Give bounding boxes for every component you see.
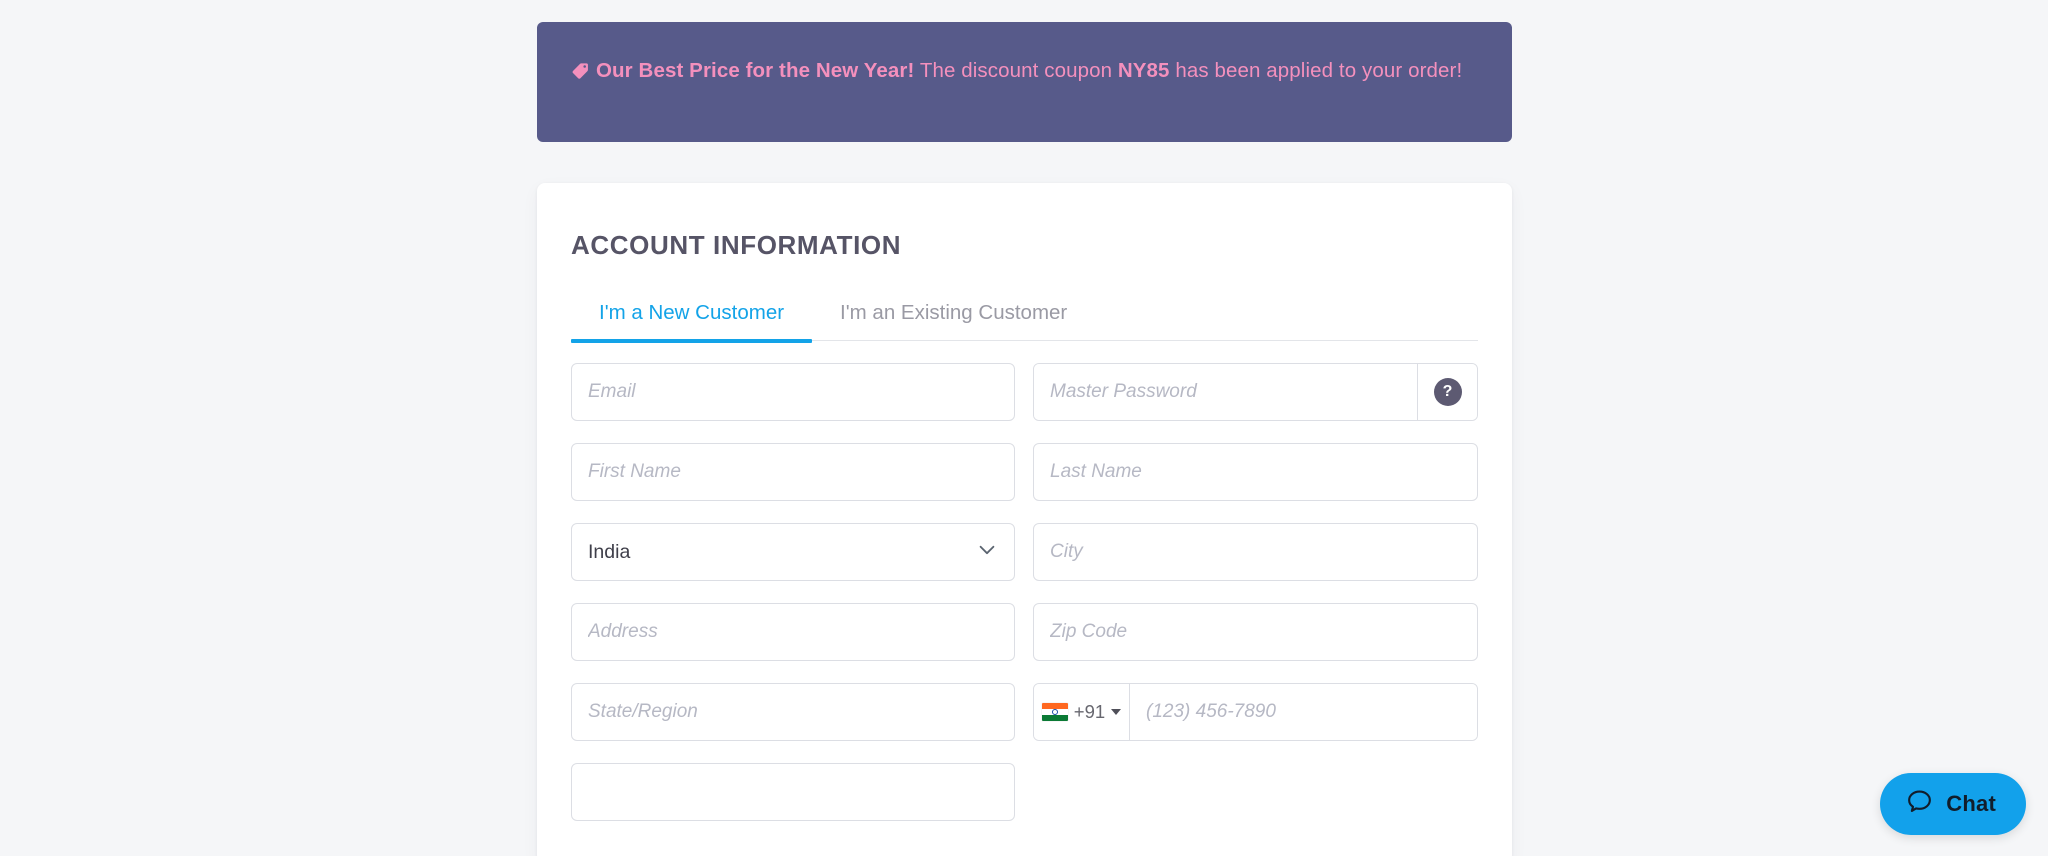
form-row-credentials: ?	[571, 363, 1478, 421]
form-row-country-city: India	[571, 523, 1478, 581]
promo-banner-text: Our Best Price for the New Year! The dis…	[571, 54, 1478, 88]
tab-existing-customer[interactable]: I'm an Existing Customer	[812, 293, 1095, 341]
address-input[interactable]	[571, 603, 1015, 661]
additional-input[interactable]	[571, 763, 1015, 821]
promo-coupon-code: NY85	[1118, 59, 1170, 82]
phone-field-wrap: +91	[1033, 683, 1478, 741]
phone-input-group: +91	[1033, 683, 1478, 741]
country-field-wrap: India	[571, 523, 1015, 581]
form-row-address-zip	[571, 603, 1478, 661]
form-row-state-phone: +91	[571, 683, 1478, 741]
form-row-name	[571, 443, 1478, 501]
country-select-wrap: India	[571, 523, 1015, 581]
country-selected-value: India	[588, 541, 630, 564]
phone-dial-code: +91	[1074, 701, 1105, 723]
address-field-wrap	[571, 603, 1015, 661]
chat-bubble-icon	[1906, 788, 1933, 820]
first-name-field-wrap	[571, 443, 1015, 501]
state-field-wrap	[571, 683, 1015, 741]
tag-icon	[571, 61, 590, 80]
tab-new-customer[interactable]: I'm a New Customer	[571, 293, 812, 341]
chat-widget-button[interactable]: Chat	[1880, 773, 2026, 835]
promo-banner: Our Best Price for the New Year! The dis…	[537, 22, 1512, 142]
state-region-input[interactable]	[571, 683, 1015, 741]
city-field-wrap	[1033, 523, 1478, 581]
promo-headline: Our Best Price for the New Year!	[596, 59, 914, 82]
india-flag-icon	[1042, 703, 1068, 721]
first-name-input[interactable]	[571, 443, 1015, 501]
master-password-group: ?	[1033, 363, 1478, 421]
phone-number-input[interactable]	[1130, 684, 1477, 740]
customer-type-tabs: I'm a New Customer I'm an Existing Custo…	[571, 293, 1478, 341]
password-help-button[interactable]: ?	[1417, 364, 1477, 420]
account-information-card: ACCOUNT INFORMATION I'm a New Customer I…	[537, 183, 1512, 856]
page-root: Our Best Price for the New Year! The dis…	[0, 0, 2048, 856]
email-field-wrap	[571, 363, 1015, 421]
last-name-input[interactable]	[1033, 443, 1478, 501]
zip-code-input[interactable]	[1033, 603, 1478, 661]
chat-widget-label: Chat	[1946, 791, 1996, 817]
promo-message-after-code: has been applied to your order!	[1170, 59, 1463, 82]
registration-form: ? India	[571, 363, 1478, 843]
caret-down-icon	[1111, 709, 1121, 715]
zip-field-wrap	[1033, 603, 1478, 661]
form-row-additional	[571, 763, 1478, 821]
password-field-wrap: ?	[1033, 363, 1478, 421]
master-password-input[interactable]	[1034, 364, 1417, 420]
last-name-field-wrap	[1033, 443, 1478, 501]
promo-message-before-code: The discount coupon	[914, 59, 1117, 82]
country-select[interactable]: India	[571, 523, 1015, 581]
city-input[interactable]	[1033, 523, 1478, 581]
email-input[interactable]	[571, 363, 1015, 421]
question-mark-icon: ?	[1434, 378, 1462, 406]
phone-country-selector[interactable]: +91	[1034, 684, 1130, 740]
page-title: ACCOUNT INFORMATION	[571, 230, 901, 261]
